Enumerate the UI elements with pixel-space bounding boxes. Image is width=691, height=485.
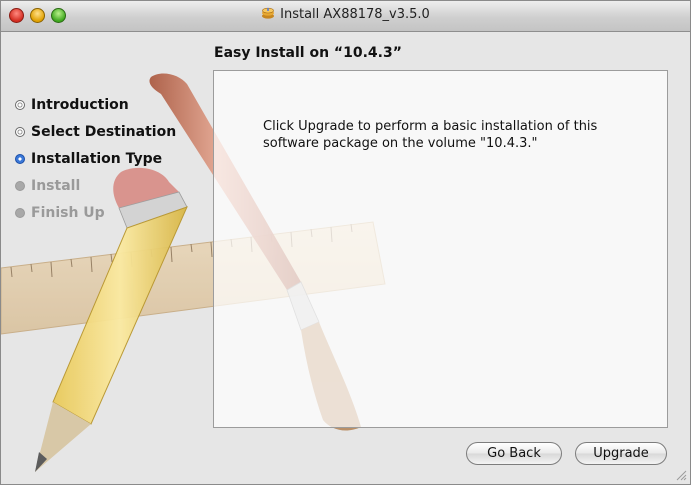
title-bar[interactable]: Install AX88178_v3.5.0 [1,1,690,32]
step-finish-up: Finish Up [15,199,176,226]
step-install: Install [15,172,176,199]
step-introduction: Introduction [15,91,176,118]
step-installation-type: Installation Type [15,145,176,172]
step-pending-icon [15,180,25,191]
instruction-text: Click Upgrade to perform a basic install… [263,119,598,151]
step-label: Select Destination [31,123,177,140]
step-done-icon [15,126,25,137]
step-done-icon [15,99,25,110]
upgrade-button[interactable]: Upgrade [575,442,667,465]
step-select-destination: Select Destination [15,118,176,145]
installer-steps: Introduction Select Destination Installa… [15,91,176,226]
package-installer-icon [262,7,275,19]
step-label: Finish Up [31,204,105,221]
window-title-wrap: Install AX88178_v3.5.0 [1,7,690,22]
step-current-icon [15,153,25,164]
step-label: Introduction [31,96,129,113]
resize-grip-icon[interactable] [676,470,687,481]
step-label: Installation Type [31,150,163,167]
installer-window: Install AX88178_v3.5.0 Easy Install on “… [0,0,691,485]
step-pending-icon [15,207,25,218]
page-heading: Easy Install on “10.4.3” [214,45,402,61]
content-panel: Click Upgrade to perform a basic install… [213,70,668,428]
go-back-button[interactable]: Go Back [466,442,562,465]
window-title: Install AX88178_v3.5.0 [280,7,430,22]
step-label: Install [31,177,81,194]
